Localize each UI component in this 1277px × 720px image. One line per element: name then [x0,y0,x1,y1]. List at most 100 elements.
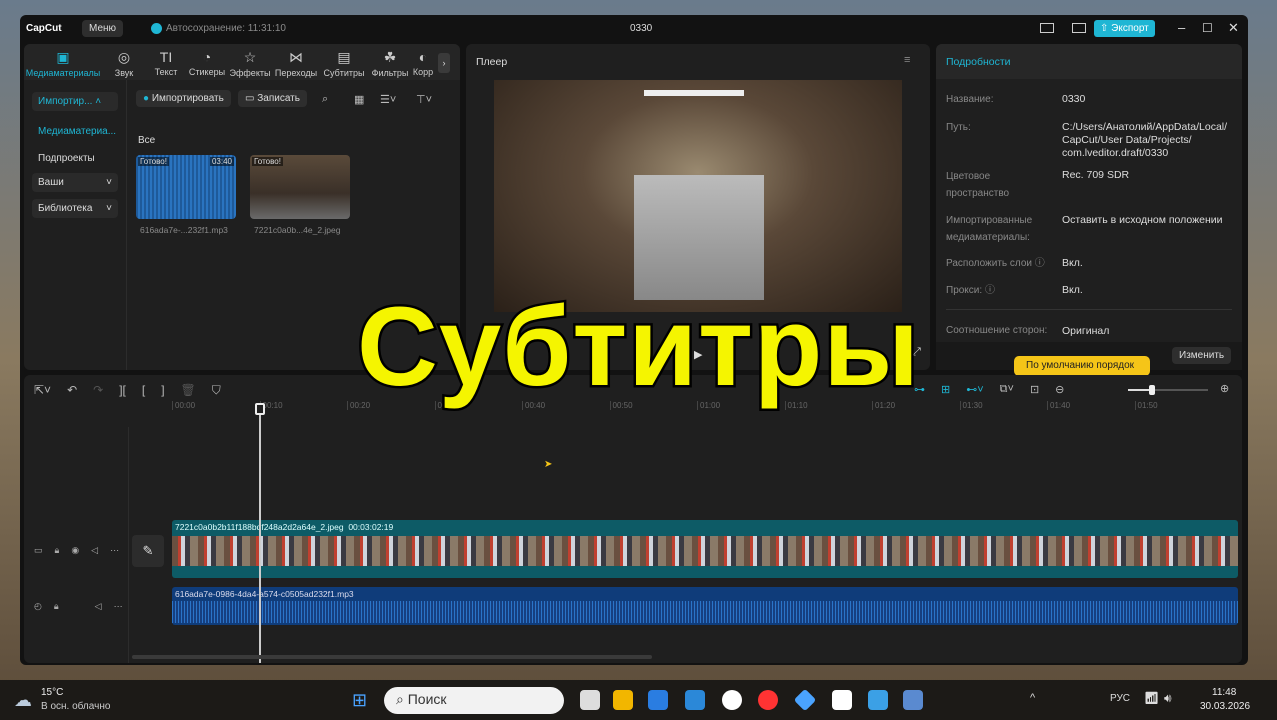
edit-cover-button[interactable]: ✎ [132,535,164,567]
task-view-icon[interactable] [580,690,600,710]
player-menu-icon[interactable]: ≡ [904,54,910,66]
store-icon[interactable] [648,690,668,710]
shortcuts-icon[interactable] [1072,23,1086,33]
clip-name: 616ada7e-0986-4da4-a574-c0505ad232f1.mp3 [175,589,354,599]
detail-value: C:/Users/Анатолий/AppData/Local/ CapCut/… [1062,121,1228,159]
detail-value: Rec. 709 SDR [1062,169,1130,181]
tab-text[interactable]: TI Текст [146,49,186,80]
video-clip[interactable]: 7221c0a0b2b11f188bdf248a2d2a64e_2.jpeg 0… [172,520,1238,578]
tab-media[interactable]: ▣ Медиаматериалы [24,49,102,80]
sticker-icon: ◔ [202,49,212,65]
tab-label: Текст [154,67,178,77]
app-icon[interactable] [793,688,817,712]
weather-icon: ☁ [14,690,32,710]
divider [128,427,129,663]
garage-light [644,90,744,96]
detail-label: Расположить слои ⓘ [946,258,1045,269]
effects-icon: ☆ [243,49,257,65]
detail-value: Оставить в исходном положении [1062,214,1223,226]
filter-icon[interactable]: ⊤˅ [416,93,432,106]
import-button[interactable]: ● Импортировать [136,90,231,107]
record-button[interactable]: ▭ Записать [238,90,307,107]
maximize-icon[interactable]: ☐ [1202,21,1213,35]
export-button[interactable]: ⇧ Экспорт [1094,20,1155,37]
ready-badge: Готово! [138,157,169,166]
clock-date[interactable]: 30.03.2026 [1200,701,1250,712]
grid-view-icon[interactable]: ▦ [354,93,364,106]
notepad-icon[interactable] [868,690,888,710]
eye-icon[interactable]: ◉ [71,545,79,556]
weather-text[interactable]: В осн. облачно [41,701,110,712]
wifi-icon[interactable]: 📶︎ [1144,691,1159,705]
title-bar: CapCut Меню Автосохранение: 11:31:10 033… [20,15,1248,43]
tab-transitions[interactable]: ⋈ Переходы [272,49,320,80]
tab-label: Корр [412,67,434,77]
search-icon: ⌕ [396,691,404,707]
sidebar-subprojects[interactable]: Подпроекты [32,149,118,168]
project-title: 0330 [630,23,653,34]
media-item-image[interactable]: Готово! [250,155,350,219]
horizontal-scrollbar[interactable] [132,655,652,659]
lock-icon[interactable]: 🔒︎ [55,545,60,556]
preview-video[interactable] [494,80,902,312]
yandex-browser-icon[interactable] [722,690,742,710]
language-indicator[interactable]: РУС [1110,693,1130,704]
audio-clip[interactable]: 616ada7e-0986-4da4-a574-c0505ad232f1.mp3 [172,587,1238,625]
mute-icon[interactable]: ◁ [91,545,98,556]
mute-icon[interactable]: ◁ [95,601,102,612]
more-icon[interactable]: ⋯ [110,545,119,556]
tray-chevron-icon[interactable]: ^ [1030,692,1035,704]
transitions-icon: ⋈ [289,49,303,65]
tab-label: Субтитры [323,68,365,78]
duration-badge: 03:40 [209,157,234,166]
text-icon: TI [159,49,173,65]
menu-button[interactable]: Меню [82,20,124,37]
media-item-audio[interactable]: Готово! 03:40 [136,155,236,219]
explorer-icon[interactable] [613,690,633,710]
taskbar: ☁ 15°C В осн. облачно ⊞ ⌕ Поиск ^ РУС 📶︎… [0,680,1277,720]
capcut-logo: CapCut [26,23,62,34]
search-box[interactable]: ⌕ Поиск [384,687,564,714]
tab-effects[interactable]: ☆ Эффекты [228,49,272,80]
close-icon[interactable]: ✕ [1228,20,1239,36]
sidebar-import[interactable]: Импортир... ˄ [32,92,118,111]
audio-waveform [172,601,1238,623]
tab-label: Эффекты [229,68,271,78]
sidebar-media[interactable]: Медиаматериа... [32,122,118,141]
sidebar-yours[interactable]: Ваши ˅ [32,173,118,192]
filter-all[interactable]: Все [138,135,155,146]
app-icon[interactable] [903,690,923,710]
volume-icon[interactable]: 🔊︎ [1164,691,1172,706]
yandex-icon[interactable] [758,690,778,710]
timeline-panel: ⇱˅ ↶ ↷ ][ [ ] 🗑 ⛉ ⊶ ⊞ ⊷˅ ⧉˅ ⊡ ⊖ ⊕ 00:00 0… [24,375,1242,663]
toolbar-more-arrow[interactable]: › [438,53,450,73]
playhead[interactable] [259,405,261,663]
tab-captions[interactable]: ▤ Субтитры [320,49,368,80]
player-title: Плеер [476,56,508,68]
export-label: Экспорт [1111,23,1149,34]
tab-adjust[interactable]: ◐ Корр [412,49,434,80]
search-icon[interactable]: ⌕ [322,93,328,106]
asset-toolbar: ▣ Медиаматериалы ◎ Звук TI Текст ◔ Стикеры ☆… [24,44,460,80]
track-type-icon: ▭ [34,545,43,555]
sort-icon[interactable]: ☰˅ [380,93,396,106]
plus-icon: ● [143,93,150,104]
mail-icon[interactable] [685,690,705,710]
more-icon[interactable]: ⋯ [114,601,123,612]
sidebar-library[interactable]: Библиотека ˅ [32,199,118,218]
tab-stickers[interactable]: ◔ Стикеры [186,49,228,80]
detail-value: Вкл. [1062,257,1083,269]
tab-label: Фильтры [371,68,409,78]
detail-label: Цветовое пространство [946,171,1010,199]
minimize-icon[interactable]: – [1178,20,1185,35]
audio-track-controls: ◴ 🔒︎ ◁ ⋯ [34,601,123,612]
capcut-taskbar-icon[interactable] [832,690,852,710]
lock-icon[interactable]: 🔒︎ [54,601,59,612]
start-icon[interactable]: ⊞ [352,690,367,711]
temperature[interactable]: 15°C [41,687,63,698]
tab-filters[interactable]: ☘ Фильтры [368,49,412,80]
tab-audio[interactable]: ◎ Звук [102,49,146,80]
layout-icon[interactable] [1040,23,1054,33]
clock-time[interactable]: 11:48 [1212,687,1236,698]
detail-label: Название: [946,94,994,105]
